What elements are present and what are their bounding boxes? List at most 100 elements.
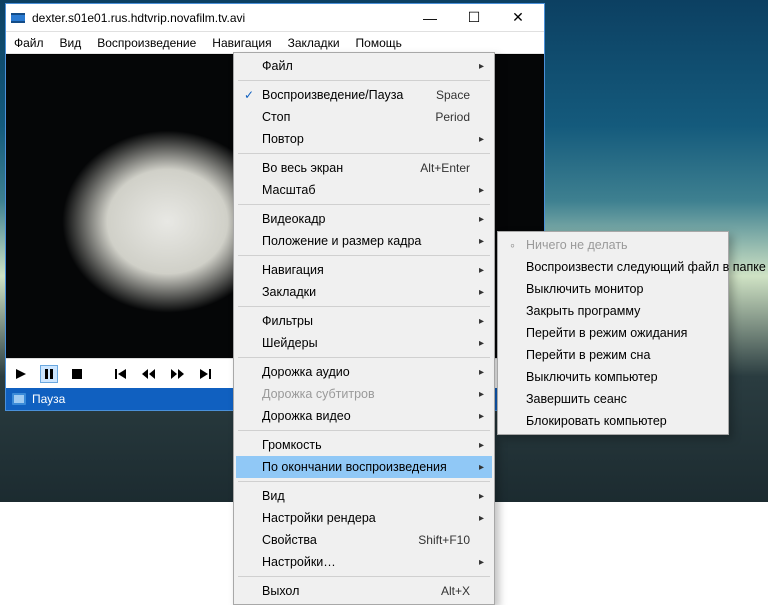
submenu-item[interactable]: Воспроизвести следующий файл в папке: [500, 256, 726, 278]
menu-item-shortcut: Shift+F10: [398, 533, 470, 547]
context-menu-item[interactable]: Повтор: [236, 128, 492, 150]
context-menu-item: Дорожка субтитров: [236, 383, 492, 405]
menu-item-label: Стоп: [262, 110, 290, 124]
menu-item-label: Закрыть программу: [526, 304, 640, 318]
menu-separator: [238, 204, 490, 205]
submenu-item[interactable]: Блокировать компьютер: [500, 410, 726, 432]
context-menu-item[interactable]: Стоп Period: [236, 106, 492, 128]
menu-item-label: Во весь экран: [262, 161, 343, 175]
minimize-button[interactable]: —: [408, 4, 452, 32]
menu-item-label: Выключить компьютер: [526, 370, 658, 384]
forward-button[interactable]: [168, 365, 186, 383]
menu-file[interactable]: Файл: [6, 32, 52, 53]
submenu-item[interactable]: Завершить сеанс: [500, 388, 726, 410]
menu-item-label: Видеокадр: [262, 212, 325, 226]
context-menu-item[interactable]: Шейдеры: [236, 332, 492, 354]
menu-item-label: Завершить сеанс: [526, 392, 627, 406]
menu-separator: [238, 576, 490, 577]
stop-button[interactable]: [68, 365, 86, 383]
titlebar[interactable]: dexter.s01e01.rus.hdtvrip.novafilm.tv.av…: [6, 4, 544, 32]
maximize-button[interactable]: ☐: [452, 4, 496, 32]
menu-item-label: Воспроизвести следующий файл в папке: [526, 260, 766, 274]
menu-item-label: Настройки рендера: [262, 511, 376, 525]
menu-item-label: Навигация: [262, 263, 324, 277]
menu-item-shortcut: Period: [415, 110, 470, 124]
status-icon: [12, 393, 26, 405]
context-menu-item[interactable]: Дорожка видео: [236, 405, 492, 427]
context-menu-item[interactable]: Настройки рендера: [236, 507, 492, 529]
menu-item-label: По окончании воспроизведения: [262, 460, 447, 474]
menu-item-label: Выключить монитор: [526, 282, 643, 296]
menu-item-label: Воспроизведение/Пауза: [262, 88, 403, 102]
menu-item-label: Фильтры: [262, 314, 313, 328]
context-menu: Файл Воспроизведение/Пауза Space Стоп Period…: [233, 52, 495, 605]
menu-play[interactable]: Воспроизведение: [89, 32, 204, 53]
menu-item-shortcut: Alt+Enter: [400, 161, 470, 175]
menu-separator: [238, 481, 490, 482]
menu-item-label: Вид: [262, 489, 285, 503]
submenu-item: Ничего не делать: [500, 234, 726, 256]
context-menu-item[interactable]: Вид: [236, 485, 492, 507]
context-menu-item[interactable]: Положение и размер кадра: [236, 230, 492, 252]
menu-item-label: Масштаб: [262, 183, 315, 197]
submenu-item[interactable]: Закрыть программу: [500, 300, 726, 322]
menu-navigate[interactable]: Навигация: [204, 32, 279, 53]
menu-item-label: Дорожка аудио: [262, 365, 350, 379]
context-menu-item[interactable]: Воспроизведение/Пауза Space: [236, 84, 492, 106]
menu-item-shortcut: Space: [416, 88, 470, 102]
menu-item-label: Настройки…: [262, 555, 336, 569]
context-menu-item[interactable]: Масштаб: [236, 179, 492, 201]
context-menu-item[interactable]: Свойства Shift+F10: [236, 529, 492, 551]
menu-item-label: Повтор: [262, 132, 304, 146]
app-icon: [10, 10, 26, 26]
menu-bookmarks[interactable]: Закладки: [280, 32, 348, 53]
submenu-item[interactable]: Перейти в режим сна: [500, 344, 726, 366]
menu-item-label: Громкость: [262, 438, 322, 452]
menu-item-label: Закладки: [262, 285, 316, 299]
submenu-item[interactable]: Выключить компьютер: [500, 366, 726, 388]
menu-item-shortcut: Alt+X: [421, 584, 470, 598]
status-text: Пауза: [32, 392, 65, 406]
context-submenu: Ничего не делать Воспроизвести следующий …: [497, 231, 729, 435]
menu-item-label: Блокировать компьютер: [526, 414, 667, 428]
menu-separator: [238, 306, 490, 307]
menu-item-label: Дорожка видео: [262, 409, 351, 423]
close-button[interactable]: ✕: [496, 4, 540, 32]
menu-separator: [238, 153, 490, 154]
context-menu-item[interactable]: Навигация: [236, 259, 492, 281]
menu-separator: [238, 255, 490, 256]
menu-item-label: Положение и размер кадра: [262, 234, 421, 248]
menu-item-label: Свойства: [262, 533, 317, 547]
submenu-item[interactable]: Выключить монитор: [500, 278, 726, 300]
menu-separator: [238, 357, 490, 358]
menu-item-label: Шейдеры: [262, 336, 318, 350]
menu-item-label: Перейти в режим ожидания: [526, 326, 687, 340]
context-menu-item[interactable]: Выхол Alt+X: [236, 580, 492, 602]
menu-item-label: Дорожка субтитров: [262, 387, 375, 401]
context-menu-item[interactable]: Громкость: [236, 434, 492, 456]
context-menu-item[interactable]: Настройки…: [236, 551, 492, 573]
skip-back-button[interactable]: [112, 365, 130, 383]
menu-separator: [238, 80, 490, 81]
context-menu-item[interactable]: Видеокадр: [236, 208, 492, 230]
menu-item-label: Ничего не делать: [526, 238, 628, 252]
menu-item-label: Выхол: [262, 584, 299, 598]
context-menu-item[interactable]: Фильтры: [236, 310, 492, 332]
rewind-button[interactable]: [140, 365, 158, 383]
menu-item-label: Перейти в режим сна: [526, 348, 650, 362]
window-title: dexter.s01e01.rus.hdtvrip.novafilm.tv.av…: [32, 11, 245, 25]
context-menu-item[interactable]: Файл: [236, 55, 492, 77]
context-menu-item[interactable]: Во весь экран Alt+Enter: [236, 157, 492, 179]
play-button[interactable]: [12, 365, 30, 383]
menu-separator: [238, 430, 490, 431]
menu-view[interactable]: Вид: [52, 32, 90, 53]
submenu-item[interactable]: Перейти в режим ожидания: [500, 322, 726, 344]
skip-forward-button[interactable]: [196, 365, 214, 383]
context-menu-item[interactable]: По окончании воспроизведения: [236, 456, 492, 478]
context-menu-item[interactable]: Закладки: [236, 281, 492, 303]
pause-button[interactable]: [40, 365, 58, 383]
context-menu-item[interactable]: Дорожка аудио: [236, 361, 492, 383]
menubar: Файл Вид Воспроизведение Навигация Закла…: [6, 32, 544, 54]
menu-item-label: Файл: [262, 59, 293, 73]
menu-help[interactable]: Помощь: [348, 32, 410, 53]
